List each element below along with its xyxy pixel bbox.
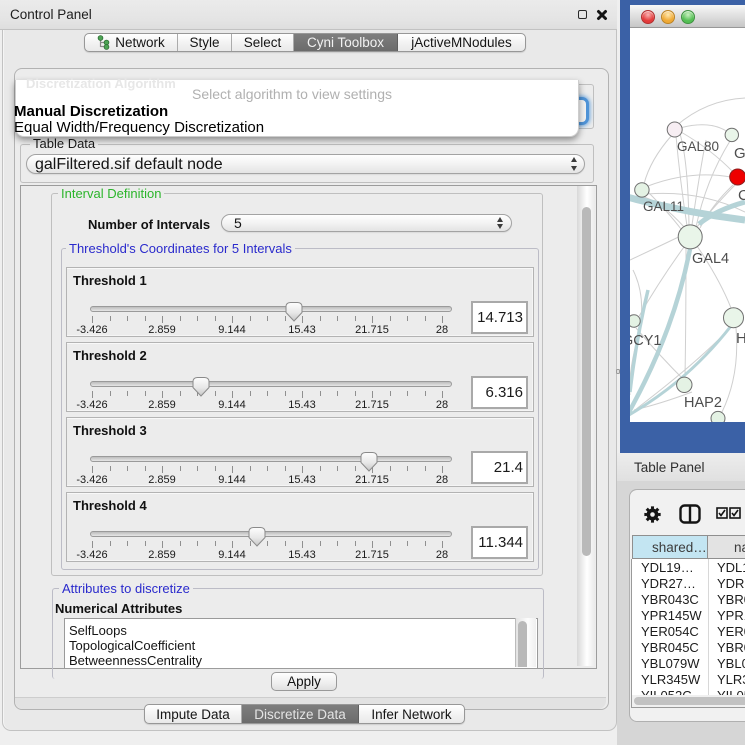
svg-text:GA: GA	[734, 145, 745, 162]
svg-text:GAL80: GAL80	[677, 139, 719, 154]
svg-text:HAP2: HAP2	[684, 395, 722, 411]
svg-text:H: H	[736, 330, 745, 347]
svg-text:GCY1: GCY1	[630, 333, 662, 349]
svg-text:GAL4: GAL4	[692, 251, 729, 267]
svg-text:GAL11: GAL11	[643, 199, 684, 214]
svg-text:C: C	[738, 187, 745, 204]
